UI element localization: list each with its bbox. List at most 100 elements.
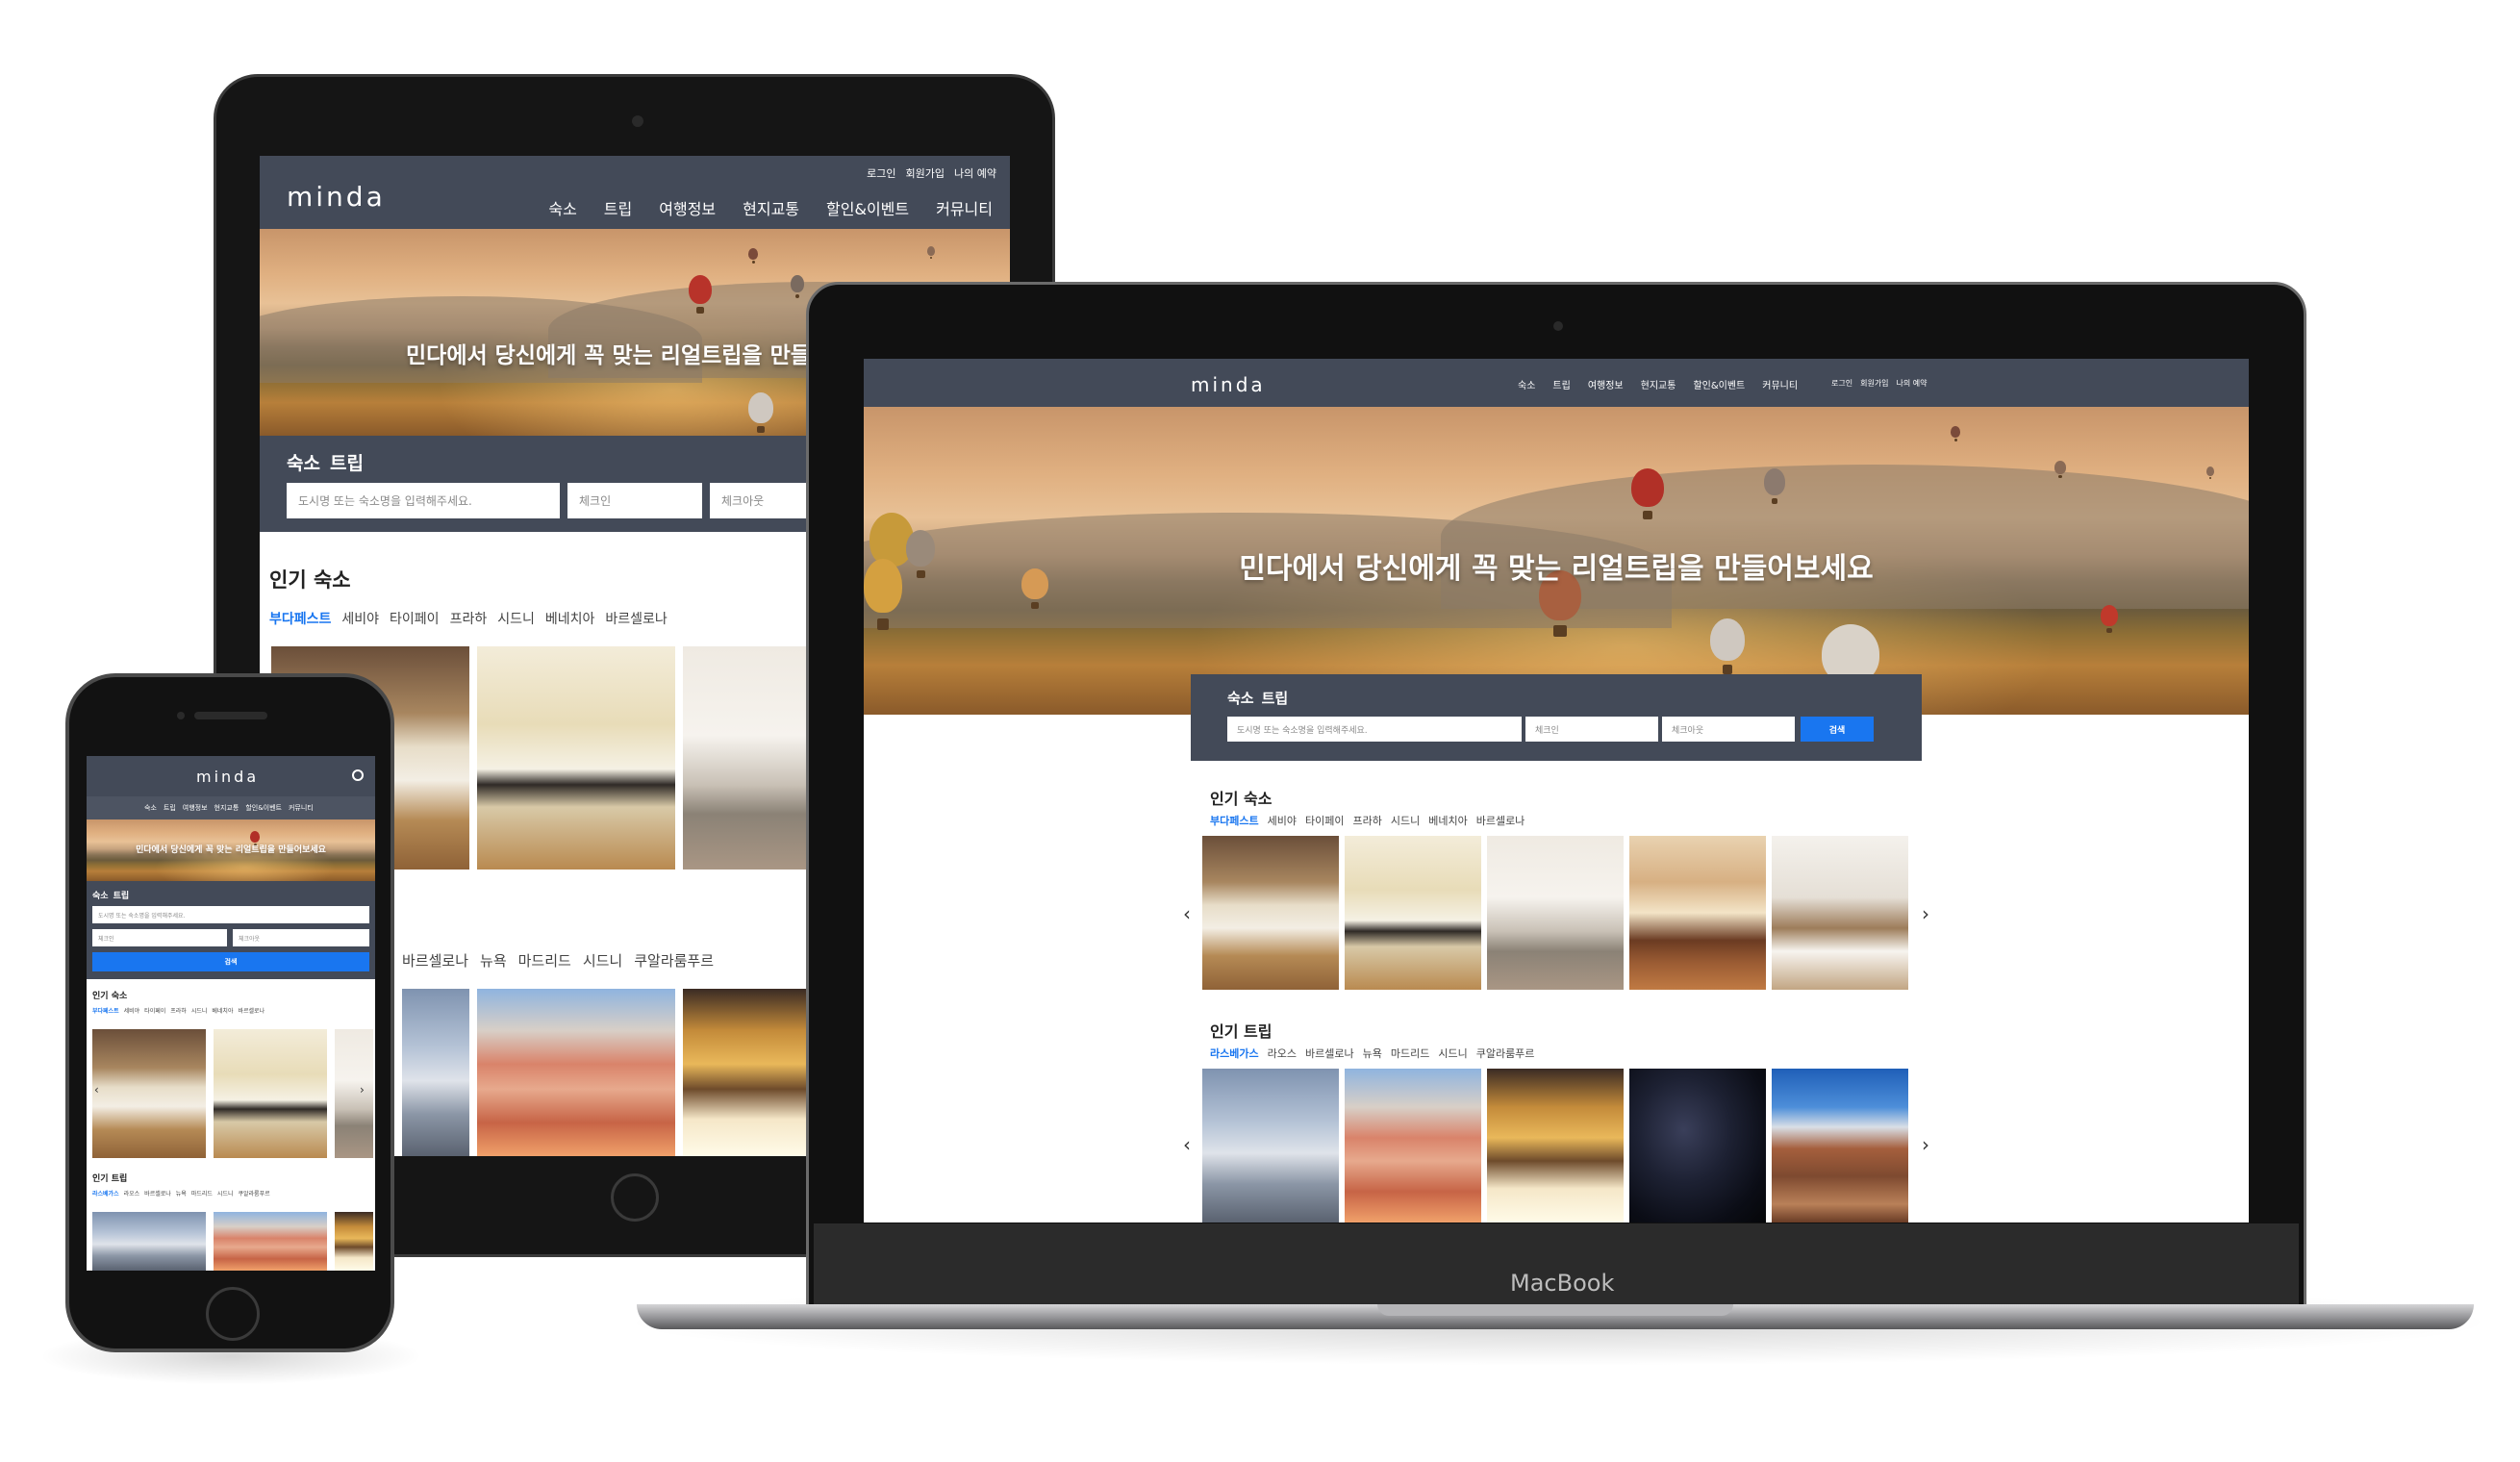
nav-item-stay[interactable]: 숙소 [548,196,576,219]
city-tab-sydney[interactable]: 시드니 [1391,813,1420,828]
search-tab-trip[interactable]: 트립 [1262,688,1289,708]
trip-photo[interactable] [402,989,469,1156]
checkout-input[interactable]: 체크아웃 [233,929,369,946]
nav-item-trip[interactable]: 트립 [604,196,632,219]
checkin-input[interactable]: 체크인 [92,929,227,946]
trip-tab-madrid[interactable]: 마드리드 [1391,1046,1429,1061]
trip-tab-sydney[interactable]: 시드니 [1438,1046,1467,1061]
search-tab-trip[interactable]: 트립 [113,889,130,901]
city-tab-prague[interactable]: 프라하 [450,609,488,628]
stay-photo[interactable] [1202,836,1339,990]
city-tab-barcelona[interactable]: 바르셀로나 [1476,813,1525,828]
trip-tab-kualalumpur[interactable]: 쿠알라룸푸르 [634,950,714,970]
checkout-input[interactable]: 체크아웃 [1662,717,1795,742]
trip-photo[interactable] [1202,1069,1339,1223]
signup-link[interactable]: 회원가입 [906,165,945,181]
logo[interactable]: minda [1191,373,1266,396]
destination-input[interactable]: 도시명 또는 숙소명을 입력해주세요. [287,483,560,518]
trip-tab-lasvegas[interactable]: 라스베가스 [1210,1046,1259,1061]
stay-photo[interactable] [1629,836,1766,990]
chevron-left-icon[interactable]: ‹ [1183,902,1191,925]
trip-tab-laos[interactable]: 라오스 [1268,1046,1297,1061]
city-tab-venice[interactable]: 베네치아 [1428,813,1467,828]
city-tab-venice[interactable]: 베네치아 [545,609,595,628]
stay-photo[interactable] [214,1029,327,1158]
nav-item-community[interactable]: 커뮤니티 [936,196,993,219]
trip-tab-barcelona[interactable]: 바르셀로나 [144,1189,171,1197]
trip-photo[interactable] [1772,1069,1908,1223]
search-button[interactable]: 검색 [92,952,369,971]
trip-tab-laos[interactable]: 라오스 [124,1189,140,1197]
city-tab-sydney[interactable]: 시드니 [191,1006,208,1015]
nav-item-travel-info[interactable]: 여행정보 [1588,377,1624,391]
trip-tab-lasvegas[interactable]: 라스베가스 [92,1189,119,1197]
city-tab-seville[interactable]: 세비야 [1268,813,1297,828]
city-tab-budapest[interactable]: 부다페스트 [92,1006,119,1015]
nav-item-stay[interactable]: 숙소 [1518,377,1535,391]
nav-item-local-transport[interactable]: 현지교통 [1641,377,1676,391]
my-reservation-link[interactable]: 나의 예약 [1897,378,1928,389]
city-tab-prague[interactable]: 프라하 [1352,813,1381,828]
home-button-icon[interactable] [206,1287,260,1341]
trip-tab-sydney[interactable]: 시드니 [583,950,622,970]
stay-photo[interactable] [1345,836,1481,990]
nav-item-local-transport[interactable]: 현지교통 [743,196,799,219]
search-tab-trip[interactable]: 트립 [330,449,364,475]
user-circle-icon[interactable] [352,769,364,781]
trip-tab-newyork[interactable]: 뉴욕 [480,950,507,970]
stay-photo[interactable] [477,646,675,870]
city-tab-taipei[interactable]: 타이페이 [144,1006,165,1015]
stay-photo[interactable] [92,1029,206,1158]
trip-tab-sydney[interactable]: 시드니 [217,1189,234,1197]
trip-tab-barcelona[interactable]: 바르셀로나 [402,950,468,970]
search-tab-stay[interactable]: 숙소 [287,449,320,475]
trip-tab-newyork[interactable]: 뉴욕 [176,1189,187,1197]
trip-photo[interactable] [335,1212,373,1271]
stay-photo[interactable] [335,1029,373,1158]
logo[interactable]: minda [287,181,386,213]
login-link[interactable]: 로그인 [867,165,895,181]
city-tab-taipei[interactable]: 타이페이 [1305,813,1344,828]
nav-item-travel-info[interactable]: 여행정보 [183,803,208,813]
trip-tab-kualalumpur[interactable]: 쿠알라룸푸르 [1476,1046,1535,1061]
nav-item-community[interactable]: 커뮤니티 [289,803,314,813]
nav-item-travel-info[interactable]: 여행정보 [659,196,716,219]
destination-input[interactable]: 도시명 또는 숙소명을 입력해주세요. [92,906,369,923]
destination-input[interactable]: 도시명 또는 숙소명을 입력해주세요. [1227,717,1522,742]
logo[interactable]: minda [196,768,259,786]
signup-link[interactable]: 회원가입 [1860,378,1888,389]
trip-photo[interactable] [1629,1069,1766,1223]
chevron-left-icon[interactable]: ‹ [94,1083,99,1096]
search-tab-stay[interactable]: 숙소 [92,889,109,901]
city-tab-sydney[interactable]: 시드니 [497,609,535,628]
city-tab-barcelona[interactable]: 바르셀로나 [238,1006,265,1015]
my-reservation-link[interactable]: 나의 예약 [954,165,996,181]
trip-photo[interactable] [214,1212,327,1271]
checkin-input[interactable]: 체크인 [1525,717,1658,742]
checkin-input[interactable]: 체크인 [567,483,702,518]
city-tab-venice[interactable]: 베네치아 [212,1006,233,1015]
search-button[interactable]: 검색 [1801,717,1874,742]
city-tab-budapest[interactable]: 부다페스트 [1210,813,1259,828]
chevron-left-icon[interactable]: ‹ [1183,1133,1191,1156]
nav-item-events[interactable]: 할인&이벤트 [1693,377,1745,391]
nav-item-events[interactable]: 할인&이벤트 [826,196,909,219]
nav-item-local-transport[interactable]: 현지교통 [214,803,239,813]
chevron-right-icon[interactable]: › [1922,1133,1929,1156]
chevron-right-icon[interactable]: › [1922,902,1929,925]
login-link[interactable]: 로그인 [1831,378,1852,389]
trip-photo[interactable] [1487,1069,1624,1223]
city-tab-budapest[interactable]: 부다페스트 [269,609,331,628]
trip-tab-barcelona[interactable]: 바르셀로나 [1305,1046,1354,1061]
city-tab-prague[interactable]: 프라하 [170,1006,187,1015]
trip-photo[interactable] [477,989,675,1156]
nav-item-trip[interactable]: 트립 [164,803,176,813]
trip-photo[interactable] [1345,1069,1481,1223]
trip-photo[interactable] [92,1212,206,1271]
nav-item-stay[interactable]: 숙소 [144,803,157,813]
nav-item-events[interactable]: 할인&이벤트 [245,803,282,813]
city-tab-taipei[interactable]: 타이페이 [390,609,440,628]
trip-tab-madrid[interactable]: 마드리드 [191,1189,213,1197]
chevron-right-icon[interactable]: › [360,1083,365,1096]
stay-photo[interactable] [1772,836,1908,990]
